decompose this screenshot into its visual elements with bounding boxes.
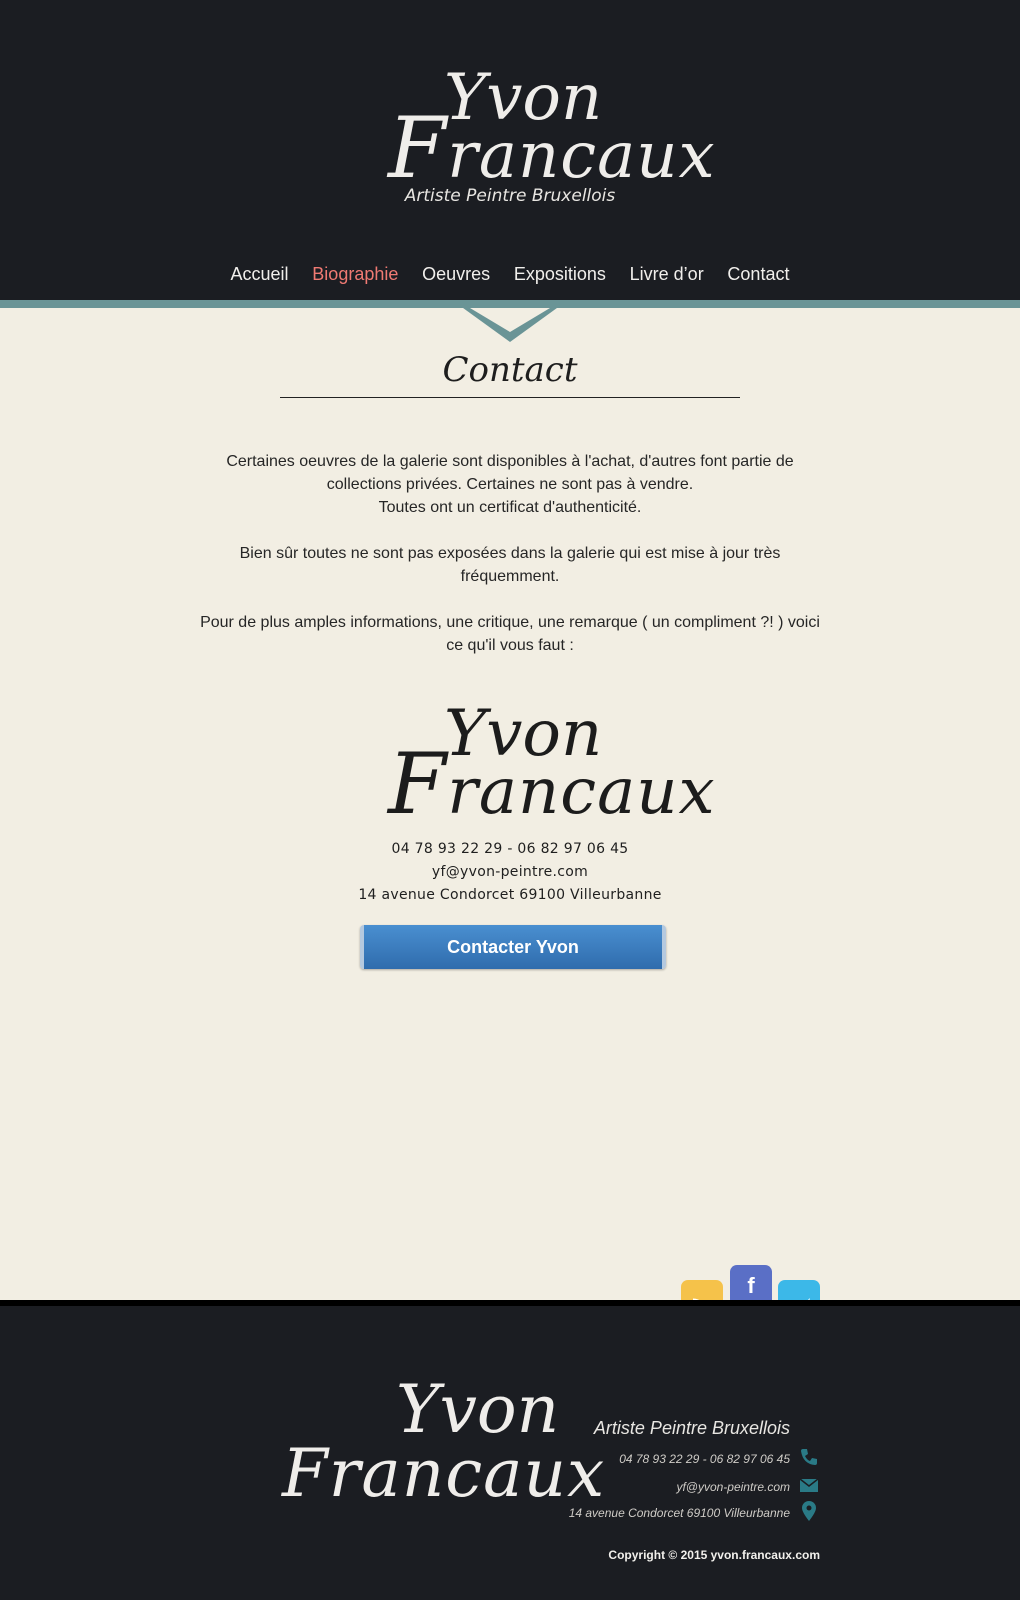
site-footer: Yvon Francaux Artiste Peintre Bruxellois… <box>0 1300 1020 1600</box>
logo-last-name: Francaux <box>282 1435 606 1512</box>
contact-logo: Yvon Francaux <box>388 698 715 828</box>
footer-phone: 04 78 93 22 29 - 06 82 97 06 45 <box>619 1452 790 1466</box>
site-tagline: Artiste Peintre Bruxellois <box>404 186 616 206</box>
copyright: Copyright © 2015 yvon.francaux.com <box>608 1548 820 1562</box>
logo-last-name: Francaux <box>388 99 716 197</box>
contact-address: 14 avenue Condorcet 69100 Villeurbanne <box>358 887 662 903</box>
contact-yvon-button[interactable]: Contacter Yvon <box>360 925 666 969</box>
nav-livre-dor[interactable]: Livre d’or <box>630 264 704 285</box>
nav-biographie[interactable]: Biographie <box>312 264 398 285</box>
contact-details: 04 78 93 22 29 - 06 82 97 06 45 yf@yvon-… <box>260 838 760 907</box>
intro-paragraph: Certaines oeuvres de la galerie sont dis… <box>226 453 794 493</box>
phone-icon <box>801 1449 817 1465</box>
nav-contact[interactable]: Contact <box>727 264 789 285</box>
contact-email[interactable]: yf@yvon-peintre.com <box>260 861 760 884</box>
logo-last-name: Francaux <box>388 735 716 833</box>
footer-divider <box>0 1300 1020 1306</box>
main-nav: Accueil Biographie Oeuvres Expositions L… <box>0 264 1020 285</box>
intro-text: Certaines oeuvres de la galerie sont dis… <box>200 450 820 680</box>
footer-email[interactable]: yf@yvon-peintre.com <box>676 1480 790 1494</box>
title-divider <box>280 397 740 398</box>
nav-oeuvres[interactable]: Oeuvres <box>422 264 490 285</box>
nav-pointer <box>452 300 568 342</box>
footer-address: 14 avenue Condorcet 69100 Villeurbanne <box>568 1506 790 1520</box>
location-pin-icon <box>802 1501 816 1521</box>
logo-first-name: Yvon <box>396 1371 560 1448</box>
mail-icon <box>799 1478 819 1492</box>
intro-paragraph: Toutes ont un certificat d'authenticité. <box>378 499 642 516</box>
footer-tagline: Artiste Peintre Bruxellois <box>593 1418 790 1438</box>
intro-paragraph: Pour de plus amples informations, une cr… <box>200 614 820 654</box>
nav-expositions[interactable]: Expositions <box>514 264 606 285</box>
contact-phone: 04 78 93 22 29 - 06 82 97 06 45 <box>391 841 629 857</box>
footer-logo[interactable]: Yvon Francaux <box>282 1377 604 1528</box>
page-title: Contact <box>442 350 578 390</box>
intro-paragraph: Bien sûr toutes ne sont pas exposées dan… <box>239 545 781 585</box>
site-header: Yvon Francaux Artiste Peintre Bruxellois… <box>0 0 1020 300</box>
nav-accueil[interactable]: Accueil <box>231 264 289 285</box>
